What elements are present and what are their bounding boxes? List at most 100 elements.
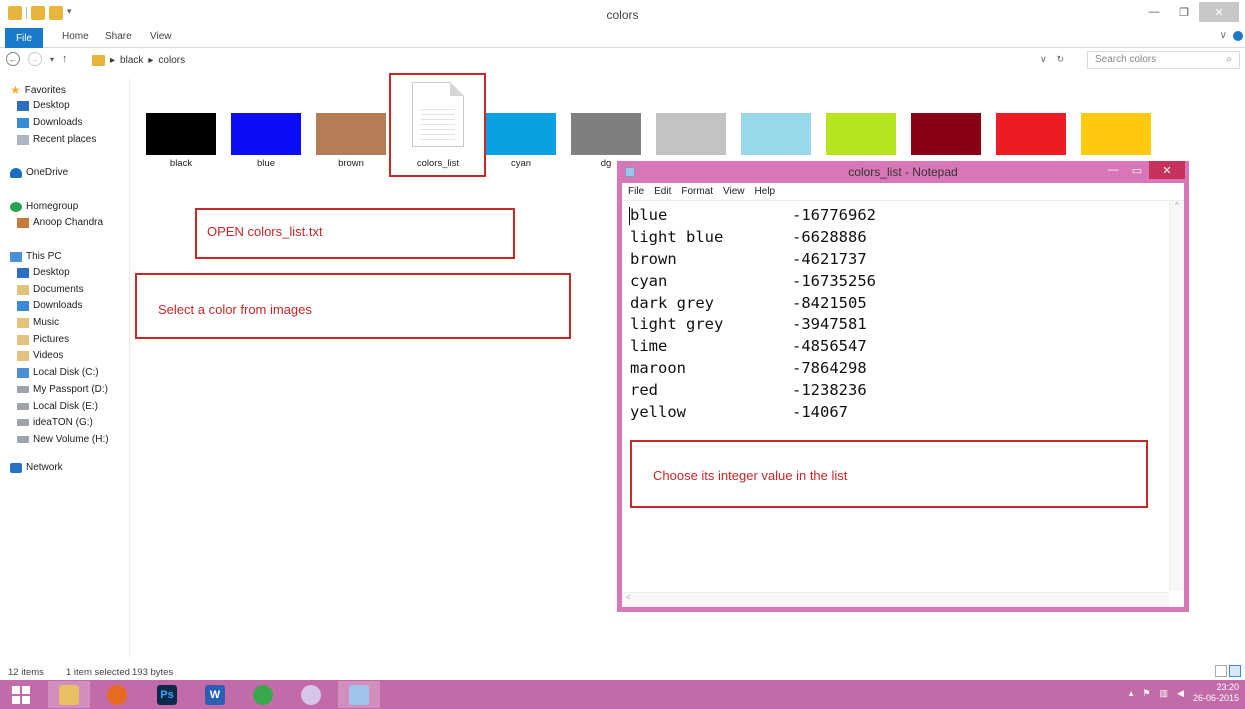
menu-help[interactable]: Help (755, 186, 776, 197)
sidebar-item-network[interactable]: Network (10, 462, 63, 473)
sidebar-item-pc-downloads[interactable]: Downloads (17, 300, 82, 311)
file-thumb-cyan[interactable] (486, 113, 556, 155)
star-icon: ★ (10, 83, 21, 97)
list-item: light blue -6628886 (630, 227, 867, 246)
sidebar-item-this-pc[interactable]: This PC (10, 251, 62, 262)
sidebar-item-recent-places[interactable]: Recent places (17, 134, 96, 145)
menu-file[interactable]: File (628, 186, 644, 197)
file-thumb-brown[interactable] (316, 113, 386, 155)
address-dropdown-icon[interactable]: ∨ (1040, 54, 1047, 65)
sidebar-item-label: Recent places (33, 134, 97, 145)
sidebar-item-music[interactable]: Music (17, 317, 59, 328)
list-item: cyan -16735256 (630, 271, 876, 290)
sidebar-item-user[interactable]: Anoop Chandra (17, 217, 103, 228)
documents-icon (17, 284, 29, 295)
notepad-minimize-button[interactable]: — (1101, 161, 1125, 179)
file-thumb-yellow[interactable] (1081, 113, 1151, 155)
taskbar-atom[interactable] (242, 681, 284, 708)
taskbar-word[interactable]: W (194, 681, 236, 708)
breadcrumb-black[interactable]: black (120, 55, 143, 66)
taskbar-firefox[interactable] (96, 681, 138, 708)
scroll-left-icon[interactable]: < (622, 593, 631, 602)
photoshop-icon: Ps (157, 684, 177, 705)
file-thumb-dark-grey[interactable] (571, 113, 641, 155)
details-view-icon[interactable] (1215, 665, 1227, 677)
sidebar-item-label: Downloads (33, 117, 83, 128)
clock-date: 26-06-2015 (1192, 693, 1239, 703)
file-thumb-light-grey[interactable] (656, 113, 726, 155)
file-thumb-black[interactable] (146, 113, 216, 155)
clock[interactable]: 23:20 26-06-2015 (1193, 682, 1239, 704)
annotation-choose: Choose its integer value in the list (653, 468, 848, 483)
notepad-maximize-button[interactable]: ▭ (1125, 161, 1149, 179)
sidebar-item-pictures[interactable]: Pictures (17, 334, 69, 345)
maximize-button[interactable]: ❐ (1169, 2, 1199, 22)
breadcrumb-colors[interactable]: colors (158, 55, 185, 66)
tab-home[interactable]: Home (62, 31, 89, 42)
sidebar-item-label: My Passport (D:) (33, 384, 109, 395)
minimize-button[interactable]: — (1139, 2, 1169, 22)
file-label: brown (338, 158, 364, 169)
taskbar-photoshop[interactable]: Ps (146, 681, 188, 708)
close-button[interactable]: ✕ (1199, 2, 1239, 22)
sidebar-item-videos[interactable]: Videos (17, 350, 63, 361)
sidebar-item-onedrive[interactable]: OneDrive (10, 167, 68, 178)
sidebar-item-drive-c[interactable]: Local Disk (C:) (17, 367, 99, 378)
file-thumb-light-blue[interactable] (741, 113, 811, 155)
taskbar-paint[interactable] (290, 681, 332, 708)
network-tray-icon[interactable]: ▥ (1160, 688, 1169, 699)
sidebar-item-desktop[interactable]: Desktop (17, 100, 70, 111)
menu-view[interactable]: View (723, 186, 745, 197)
notepad-text-area[interactable]: blue -16776962 light blue -6628886 brown -4… (622, 201, 1184, 607)
recent-locations-icon[interactable]: ▾ (50, 55, 54, 64)
sidebar-item-label: Music (33, 317, 60, 328)
firefox-icon (107, 684, 127, 705)
sidebar-item-documents[interactable]: Documents (17, 284, 84, 295)
expand-ribbon-icon[interactable]: ∨ (1220, 30, 1227, 41)
sidebar-item-label: Favorites (24, 84, 66, 96)
sidebar-item-drive-d[interactable]: My Passport (D:) (17, 384, 108, 395)
tab-view[interactable]: View (150, 31, 172, 42)
desktop-icon (17, 100, 29, 111)
up-icon[interactable]: ↑ (62, 53, 68, 65)
action-center-icon[interactable]: ⚑ (1142, 688, 1150, 699)
sidebar-item-pc-desktop[interactable]: Desktop (17, 267, 70, 278)
sidebar-item-drive-g[interactable]: ideaTON (G:) (17, 417, 93, 428)
tab-file[interactable]: File (5, 28, 43, 48)
search-input[interactable]: Search colors ⌕ (1087, 51, 1240, 69)
start-button[interactable] (0, 681, 42, 708)
address-bar[interactable]: ▸ black ▸ colors (92, 51, 1082, 69)
menu-format[interactable]: Format (681, 186, 713, 197)
volume-icon[interactable]: ◀ (1177, 688, 1184, 699)
notepad-close-button[interactable]: ✕ (1149, 161, 1185, 179)
tab-share[interactable]: Share (105, 31, 132, 42)
sidebar-item-drive-h[interactable]: New Volume (H:) (17, 434, 109, 445)
sidebar-item-label: Local Disk (C:) (33, 367, 99, 378)
highlight-box-file (389, 73, 486, 177)
horizontal-scrollbar[interactable]: < (622, 592, 1169, 607)
sidebar-item-homegroup[interactable]: Homegroup (10, 201, 78, 212)
file-thumb-maroon[interactable] (911, 113, 981, 155)
notepad-menu-bar: File Edit Format View Help (622, 183, 1184, 201)
scroll-up-icon[interactable]: ^ (1170, 201, 1184, 210)
menu-edit[interactable]: Edit (654, 186, 671, 197)
notepad-window[interactable]: colors_list - Notepad — ▭ ✕ File Edit Fo… (617, 161, 1189, 612)
file-thumb-red[interactable] (996, 113, 1066, 155)
title-bar: ▾ colors — ❐ ✕ (0, 0, 1245, 28)
vertical-scrollbar[interactable]: ^ (1169, 201, 1184, 591)
refresh-icon[interactable]: ↻ (1057, 54, 1065, 65)
forward-icon[interactable]: → (28, 52, 42, 66)
status-size: 193 bytes (132, 667, 174, 678)
taskbar-notepad[interactable] (338, 681, 380, 708)
help-icon[interactable] (1233, 31, 1243, 41)
sidebar-item-drive-e[interactable]: Local Disk (E:) (17, 401, 98, 412)
file-label: blue (257, 158, 275, 169)
back-icon[interactable]: ← (6, 52, 20, 66)
taskbar-explorer[interactable] (48, 681, 90, 708)
show-hidden-icons-icon[interactable]: ▴ (1129, 688, 1134, 699)
large-icons-view-icon[interactable] (1229, 665, 1241, 677)
sidebar-item-downloads[interactable]: Downloads (17, 117, 82, 128)
file-thumb-blue[interactable] (231, 113, 301, 155)
file-thumb-lime[interactable] (826, 113, 896, 155)
sidebar-item-favorites[interactable]: ★ Favorites (10, 84, 66, 96)
